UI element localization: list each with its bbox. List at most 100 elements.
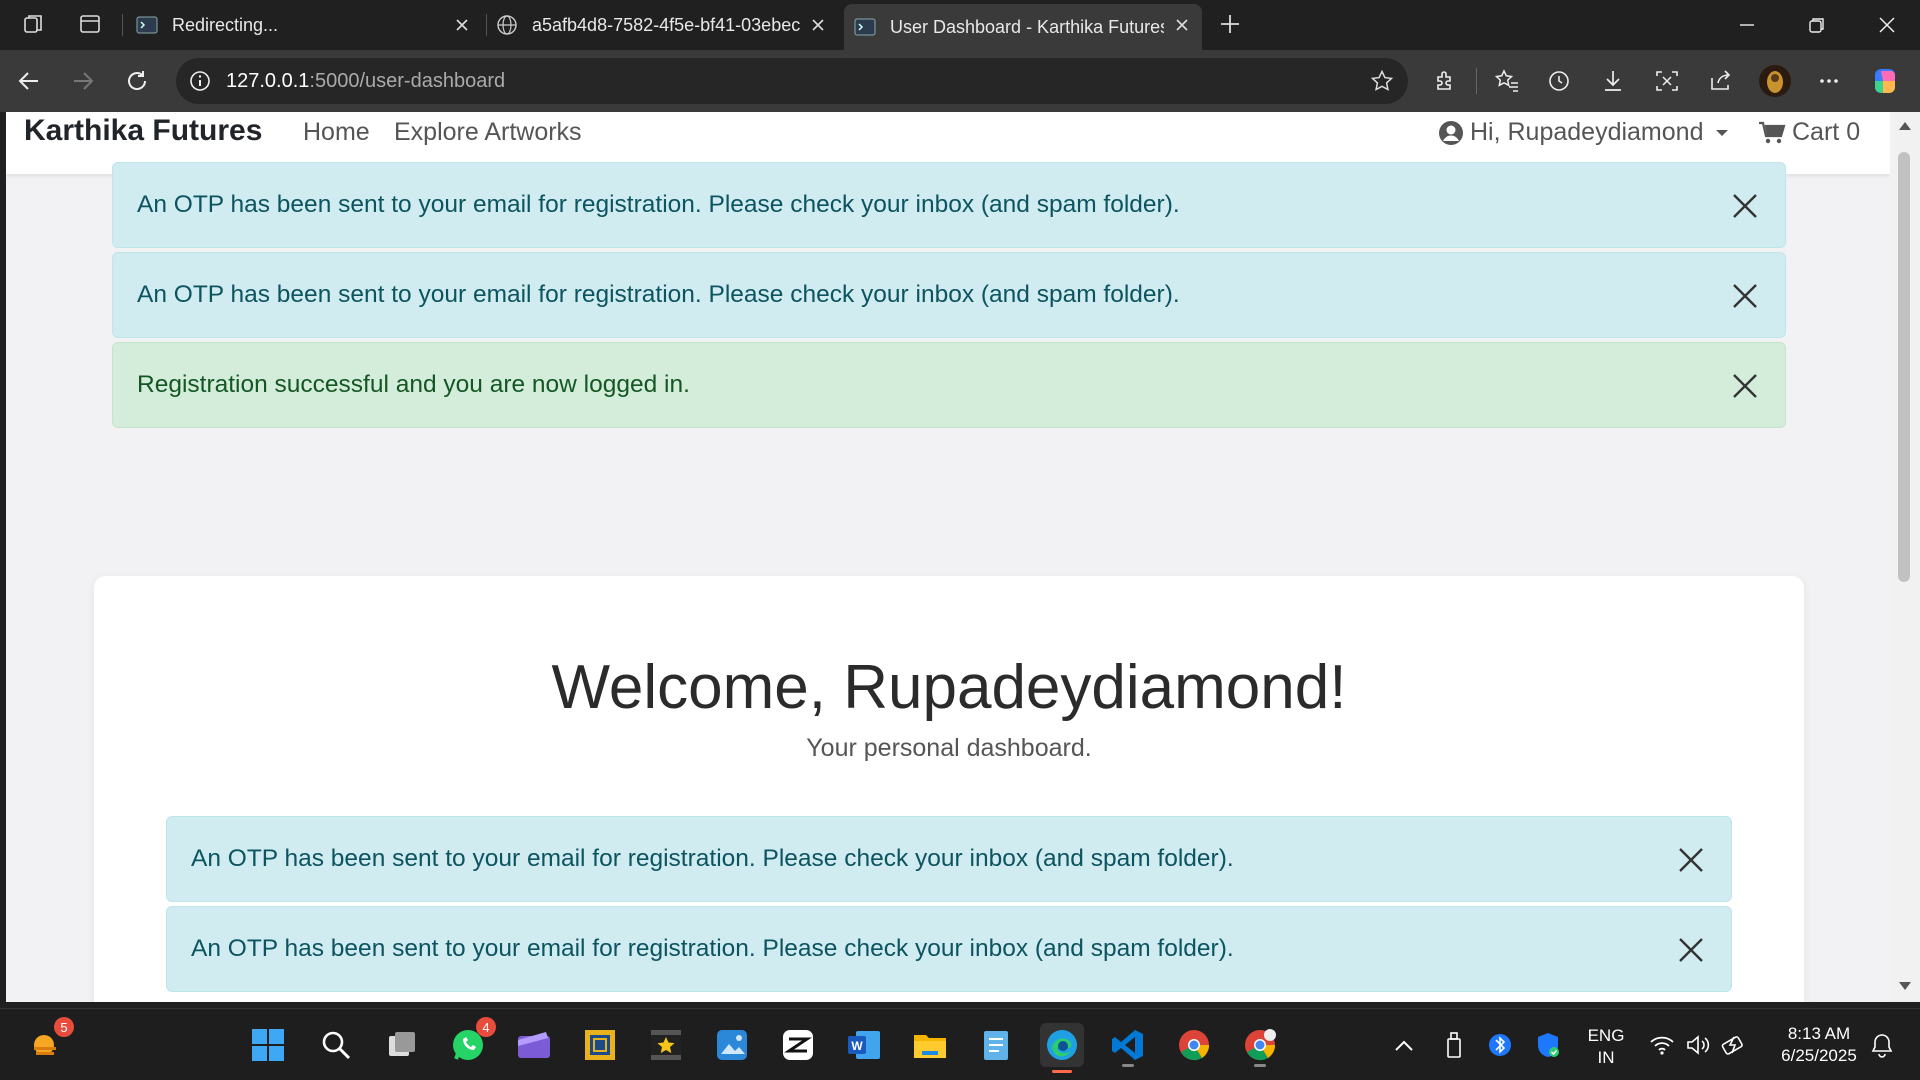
clock[interactable]: 8:13 AM 6/25/2025 [1764, 1023, 1874, 1067]
alert-otp-info: An OTP has been sent to your email for r… [112, 252, 1786, 338]
weather-widget-icon[interactable]: 5 [24, 1017, 74, 1067]
favorites-icon[interactable] [1490, 64, 1524, 98]
back-button[interactable] [12, 64, 46, 98]
cart-link[interactable]: Cart 0 [1758, 118, 1860, 147]
taskbar: 5 4 W ENG IN 8:13 AM 6/25/2025 [0, 1008, 1920, 1080]
clipchamp-icon[interactable] [512, 1023, 556, 1067]
photos-icon[interactable] [710, 1023, 754, 1067]
downloads-icon[interactable] [1596, 64, 1630, 98]
user-circle-icon [1438, 120, 1464, 146]
forward-button[interactable] [66, 64, 100, 98]
minimize-button[interactable] [1712, 0, 1782, 50]
more-options-icon[interactable] [1812, 64, 1846, 98]
scroll-up-arrow-icon[interactable] [1898, 120, 1912, 132]
notifications-icon[interactable] [1860, 1023, 1904, 1067]
restore-button[interactable] [1782, 0, 1852, 50]
movie-maker-icon[interactable] [644, 1023, 688, 1067]
page-scrollbar[interactable] [1890, 112, 1920, 1002]
task-view-icon[interactable] [380, 1023, 424, 1067]
file-explorer-icon[interactable] [908, 1023, 952, 1067]
alert-otp-info: An OTP has been sent to your email for r… [166, 816, 1732, 902]
tab-uuid[interactable]: a5afb4d8-7582-4f5e-bf41-03ebec [490, 4, 838, 46]
security-shield-icon[interactable] [1526, 1023, 1570, 1067]
alert-message: An OTP has been sent to your email for r… [191, 845, 1234, 872]
tab-title: User Dashboard - Karthika Futures [890, 16, 1164, 37]
profile-avatar[interactable] [1758, 64, 1792, 98]
vscode-icon[interactable] [1106, 1023, 1150, 1067]
cart-icon [1758, 120, 1786, 146]
share-icon[interactable] [1704, 64, 1738, 98]
refresh-button[interactable] [120, 64, 154, 98]
tab-actions-icon[interactable] [76, 10, 104, 38]
nav-link-home[interactable]: Home [303, 118, 370, 147]
favorite-star-icon[interactable] [1370, 69, 1394, 93]
caret-down-icon [1715, 128, 1729, 138]
welcome-heading: Welcome, Rupadeydiamond! [551, 653, 1347, 722]
alert-registration-success: Registration successful and you are now … [112, 342, 1786, 428]
tab-title: a5afb4d8-7582-4f5e-bf41-03ebec [532, 14, 801, 35]
address-bar[interactable]: 127.0.0.1:5000/user-dashboard [176, 58, 1408, 104]
alert-message: An OTP has been sent to your email for r… [137, 281, 1180, 308]
close-tab-icon[interactable] [1170, 13, 1194, 37]
capcut-icon[interactable] [776, 1023, 820, 1067]
brand-logo[interactable]: Karthika Futures [24, 114, 262, 148]
bluetooth-icon[interactable] [1478, 1023, 1522, 1067]
notepad-icon[interactable] [974, 1023, 1018, 1067]
tab-title: Redirecting... [172, 14, 279, 35]
url-text[interactable]: 127.0.0.1:5000/user-dashboard [226, 70, 505, 93]
new-tab-icon[interactable] [1216, 10, 1244, 38]
start-button[interactable] [246, 1023, 290, 1067]
alert-message: An OTP has been sent to your email for r… [137, 191, 1180, 218]
globe-icon [496, 14, 518, 36]
user-dropdown[interactable]: Hi, Rupadeydiamond [1438, 118, 1729, 147]
alert-message: Registration successful and you are now … [137, 371, 690, 398]
copilot-icon[interactable] [1868, 64, 1902, 98]
nav-link-explore-artworks[interactable]: Explore Artworks [394, 118, 582, 147]
terminal-icon [854, 16, 876, 38]
site-info-icon[interactable] [188, 69, 212, 93]
extensions-icon[interactable] [1428, 64, 1462, 98]
scrollbar-thumb[interactable] [1898, 152, 1910, 582]
history-icon[interactable] [1542, 64, 1576, 98]
clock-date: 6/25/2025 [1781, 1046, 1857, 1065]
whatsapp-badge: 4 [476, 1017, 496, 1037]
cart-label: Cart [1792, 118, 1840, 146]
page-viewport: Karthika Futures Home Explore Artworks H… [6, 112, 1890, 1002]
chrome-profile-icon[interactable] [1238, 1023, 1282, 1067]
clock-time: 8:13 AM [1787, 1024, 1851, 1043]
screenshot-icon[interactable] [1650, 64, 1684, 98]
close-icon[interactable] [1675, 934, 1707, 966]
chrome-icon[interactable] [1172, 1023, 1216, 1067]
word-icon[interactable]: W [842, 1023, 886, 1067]
close-icon[interactable] [1729, 370, 1761, 402]
browser-tab-bar: Redirecting... a5afb4d8-7582-4f5e-bf41-0… [0, 0, 1920, 50]
close-icon[interactable] [1729, 190, 1761, 222]
tab-redirecting[interactable]: Redirecting... [130, 4, 482, 46]
input-language-indicator[interactable]: ENG IN [1576, 1025, 1636, 1069]
close-icon[interactable] [1729, 280, 1761, 312]
alert-otp-info: An OTP has been sent to your email for r… [166, 906, 1732, 992]
workspaces-icon[interactable] [20, 10, 48, 38]
battery-charging-icon[interactable] [1712, 1023, 1756, 1067]
close-window-button[interactable] [1852, 0, 1920, 50]
dashboard-subtitle: Your personal dashboard. [806, 734, 1092, 762]
close-icon[interactable] [1675, 844, 1707, 876]
weather-badge: 5 [54, 1017, 74, 1037]
tab-user-dashboard[interactable]: User Dashboard - Karthika Futures [844, 4, 1202, 50]
edge-browser-icon[interactable] [1040, 1023, 1084, 1073]
show-hidden-icons-chevron[interactable] [1382, 1023, 1426, 1067]
photo-frame-app-icon[interactable] [578, 1023, 622, 1067]
close-tab-icon[interactable] [806, 13, 830, 37]
cart-count: 0 [1846, 118, 1861, 146]
terminal-icon [136, 14, 158, 36]
whatsapp-icon[interactable]: 4 [446, 1017, 496, 1067]
user-greeting: Hi, Rupadeydiamond [1470, 118, 1704, 146]
scroll-down-arrow-icon[interactable] [1898, 980, 1912, 992]
svg-text:W: W [851, 1039, 863, 1053]
close-tab-icon[interactable] [450, 13, 474, 37]
usb-drive-icon[interactable] [1432, 1023, 1476, 1067]
alert-otp-info: An OTP has been sent to your email for r… [112, 162, 1786, 248]
alert-message: An OTP has been sent to your email for r… [191, 935, 1234, 962]
search-icon[interactable] [314, 1023, 358, 1067]
dashboard-card: Welcome, Rupadeydiamond! Your personal d… [94, 576, 1804, 1002]
